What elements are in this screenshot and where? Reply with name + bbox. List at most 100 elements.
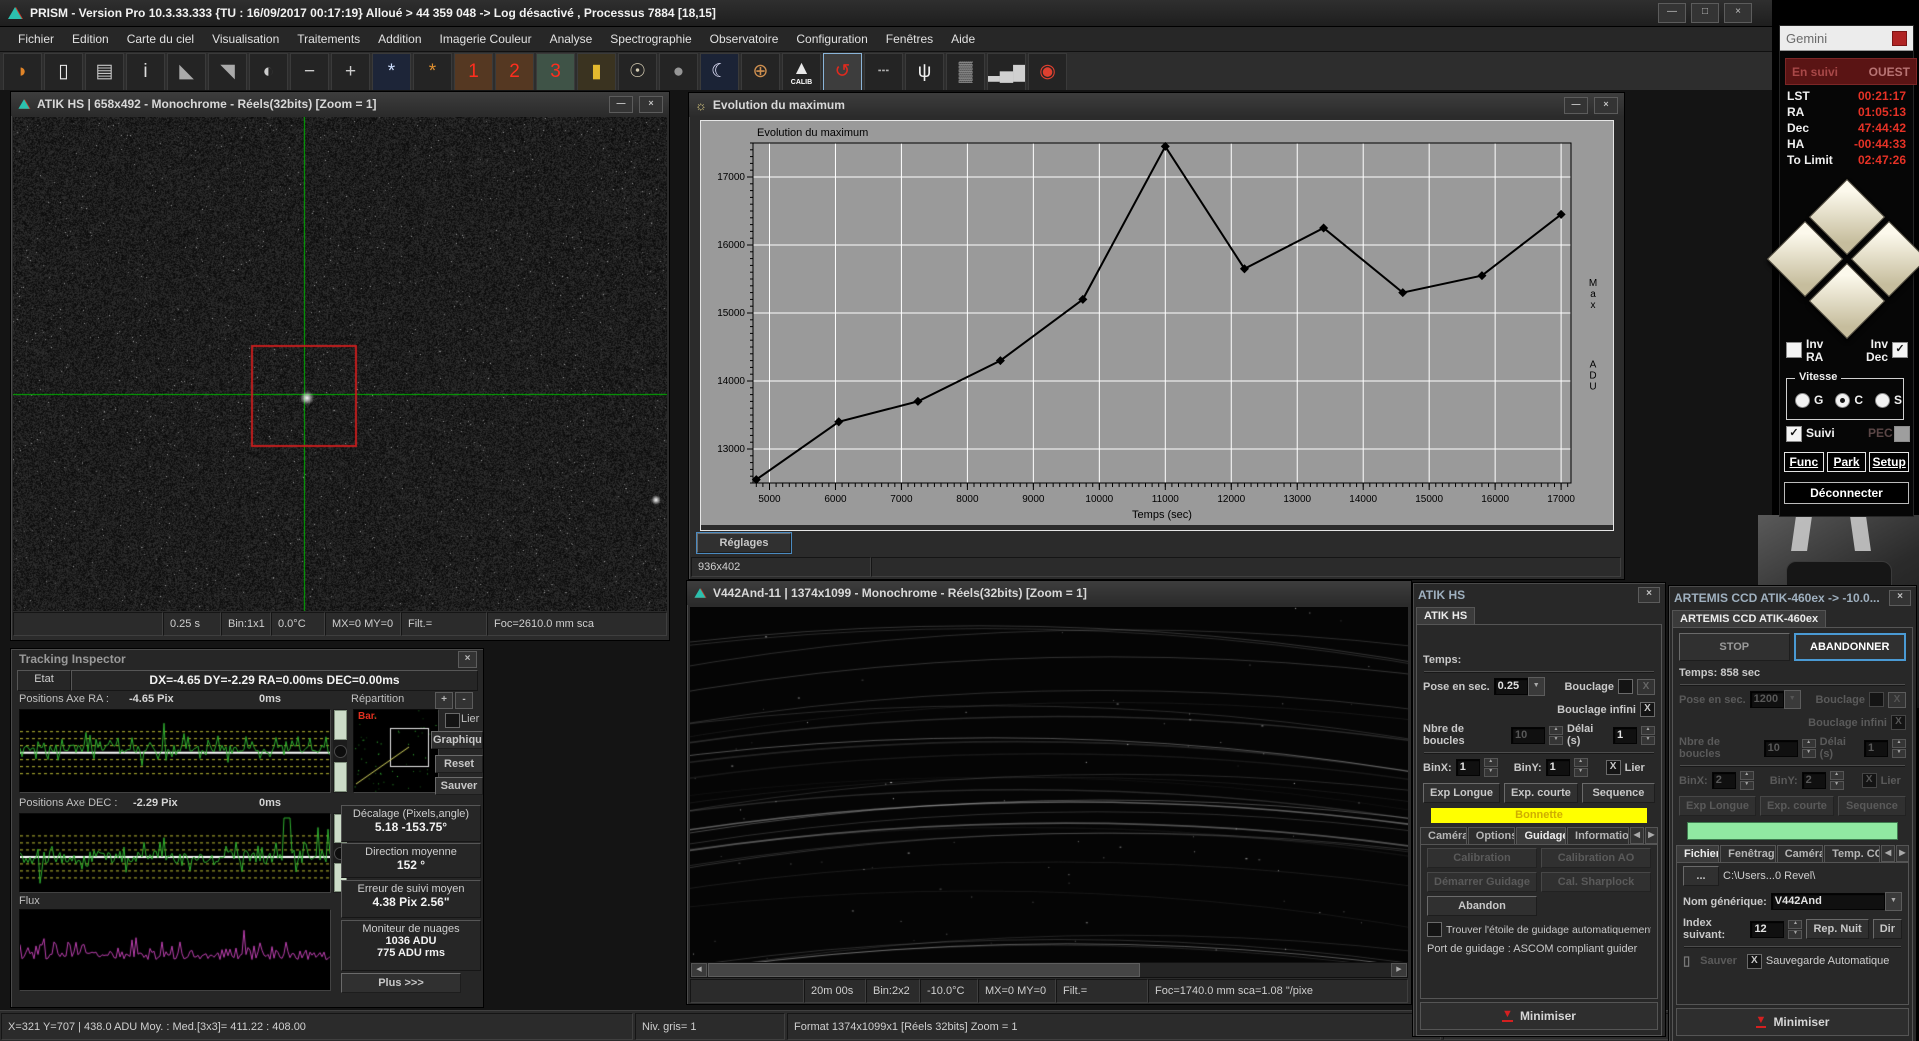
index-spinner[interactable] — [1788, 920, 1802, 939]
minimize-button[interactable]: — — [609, 96, 633, 113]
open-image-icon[interactable]: ◗ — [3, 53, 42, 91]
atik-window-titlebar[interactable]: ATIK HS | 658x492 - Monochrome - Réels(3… — [11, 92, 669, 116]
menu-fichier[interactable]: Fichier — [10, 29, 62, 49]
reglages-button[interactable]: Réglages — [697, 533, 791, 553]
close-button[interactable]: × — [639, 96, 663, 113]
menu-spectrographie[interactable]: Spectrographie — [602, 29, 699, 49]
autoguider-icon[interactable]: ☉ — [618, 53, 657, 91]
biny-input[interactable]: 1 — [1546, 759, 1570, 776]
gemini-titlebar[interactable]: Gemini — [1780, 26, 1913, 51]
tab-camera[interactable]: Caméra — [1420, 827, 1467, 844]
atik-panel-titlebar[interactable]: ATIK HS × — [1413, 583, 1665, 605]
menu-addition[interactable]: Addition — [370, 29, 429, 49]
tools-icon[interactable]: ⊕ — [741, 53, 780, 91]
menu-imagerie-couleur[interactable]: Imagerie Couleur — [432, 29, 540, 49]
graphiques-button[interactable]: Graphiques — [431, 731, 483, 749]
camera-1-icon[interactable]: 1 — [454, 53, 493, 91]
close-button[interactable] — [1892, 31, 1907, 46]
func-button[interactable]: Func — [1784, 452, 1824, 472]
exp-courte-button[interactable]: Exp. courte — [1504, 783, 1578, 803]
camera-2-icon[interactable]: 2 — [495, 53, 534, 91]
close-button[interactable]: × — [1638, 587, 1660, 603]
binx-input[interactable]: 1 — [1456, 759, 1480, 776]
menu-observatoire[interactable]: Observatoire — [702, 29, 787, 49]
scroll-thumb[interactable] — [708, 963, 1140, 977]
tab-temp-cci[interactable]: Temp. CCI — [1824, 845, 1880, 862]
calib-icon[interactable]: ▲CALIB — [782, 53, 821, 91]
bouclage-stop-button[interactable]: X — [1637, 679, 1655, 695]
minimiser-button[interactable]: ▼ Minimiser — [1420, 1002, 1658, 1030]
minimiser-button[interactable]: ▼ Minimiser — [1676, 1008, 1909, 1036]
speed-radio[interactable] — [1835, 393, 1850, 408]
binx-spinner[interactable] — [1484, 758, 1498, 777]
pose-value[interactable]: 0.25 — [1494, 678, 1528, 695]
exp-longue-button[interactable]: Exp Longue — [1679, 796, 1756, 816]
menu-configuration[interactable]: Configuration — [788, 29, 875, 49]
dir-button[interactable]: Dir — [1873, 919, 1902, 939]
maximize-button[interactable]: □ — [1691, 3, 1719, 23]
sauvegarde-auto-checkbox[interactable] — [1747, 954, 1762, 969]
sequence-button[interactable]: Sequence — [1838, 796, 1906, 816]
v442-sky-image[interactable] — [690, 607, 1408, 962]
tab-scroll-right-icon[interactable]: ▶ — [1896, 845, 1909, 862]
pose-combobox[interactable]: 1200▼ — [1750, 690, 1801, 709]
bouclage-checkbox[interactable] — [1869, 692, 1884, 707]
bouclage-checkbox[interactable] — [1618, 679, 1633, 694]
contrast-icon[interactable]: ◐ — [249, 53, 288, 91]
rep-nuit-button[interactable]: Rep. Nuit — [1806, 919, 1868, 939]
menu-visualisation[interactable]: Visualisation — [204, 29, 287, 49]
tab-artemis[interactable]: ARTEMIS CCD ATIK-460ex — [1672, 610, 1826, 627]
speed-option-s[interactable]: S — [1875, 393, 1902, 408]
main-title-bar[interactable]: PRISM - Version Pro 10.3.33.333 {TU : 16… — [0, 0, 1772, 27]
binx-input[interactable]: 2 — [1712, 772, 1736, 789]
bouclage-infini-checkbox[interactable] — [1640, 702, 1655, 717]
delai-spinner[interactable] — [1641, 726, 1655, 745]
pose-combobox[interactable]: 0.25▼ — [1494, 677, 1545, 696]
save-icon[interactable]: ▯ — [44, 53, 83, 91]
nbre-input[interactable]: 10 — [1511, 727, 1545, 744]
dashed-line-icon[interactable]: ┄ — [864, 53, 903, 91]
biny-spinner[interactable] — [1574, 758, 1588, 777]
browse-button[interactable]: ... — [1683, 866, 1719, 886]
bouclage-stop-button[interactable]: X — [1888, 692, 1906, 708]
speed-radio[interactable] — [1795, 393, 1810, 408]
menu-edition[interactable]: Edition — [64, 29, 117, 49]
focuser-fan-icon[interactable]: * — [413, 53, 452, 91]
suivi-checkbox[interactable] — [1786, 426, 1802, 442]
nbre-input[interactable]: 10 — [1764, 740, 1798, 757]
speed-option-g[interactable]: G — [1795, 393, 1823, 408]
scroll-right-arrow[interactable]: ▶ — [1391, 963, 1407, 977]
cal-sharplock-button[interactable]: Cal. Sharplock — [1541, 872, 1651, 892]
camera-main-icon[interactable]: ▮ — [577, 53, 616, 91]
minimize-button[interactable]: — — [1564, 97, 1588, 114]
stop-button[interactable]: STOP — [1679, 633, 1790, 661]
artemis-panel-titlebar[interactable]: ARTEMIS CCD ATIK-460ex -> -10.0... × — [1669, 586, 1916, 608]
menu-carte-du-ciel[interactable]: Carte du ciel — [119, 29, 202, 49]
tab-fichier[interactable]: Fichier — [1676, 845, 1719, 862]
minimize-button[interactable]: — — [1658, 3, 1686, 23]
tab-information[interactable]: Information — [1567, 827, 1629, 844]
sequence-button[interactable]: Sequence — [1582, 783, 1655, 803]
zoom-plus-button[interactable]: + — [435, 692, 453, 709]
close-button[interactable]: × — [1594, 97, 1618, 114]
v442-window-titlebar[interactable]: V442And-11 | 1374x1099 - Monochrome - Ré… — [687, 581, 1411, 605]
sauver-button[interactable]: Sauver — [1694, 952, 1743, 970]
nom-generique-value[interactable]: V442And — [1771, 893, 1885, 910]
levels-plus-icon[interactable]: + — [331, 53, 370, 91]
lier-checkbox[interactable] — [1862, 773, 1877, 788]
index-suivant-input[interactable]: 12 — [1750, 921, 1784, 938]
tab-atik-hs[interactable]: ATIK HS — [1416, 607, 1475, 624]
speed-radio[interactable] — [1875, 393, 1890, 408]
delai-spinner[interactable] — [1892, 739, 1906, 758]
close-button[interactable]: × — [1889, 590, 1911, 606]
dark-frame-icon[interactable]: ▓ — [946, 53, 985, 91]
zoom-minus-button[interactable]: - — [455, 692, 473, 709]
close-button[interactable]: × — [458, 651, 477, 668]
deconnecter-button[interactable]: Déconnecter — [1784, 482, 1909, 504]
reset-button[interactable]: Reset — [435, 755, 483, 773]
enlarge-icon[interactable]: ◥ — [208, 53, 247, 91]
tab-scroll-left-icon[interactable]: ◀ — [1630, 827, 1643, 844]
inv-ra-checkbox[interactable] — [1786, 342, 1802, 358]
tab-fenetrage[interactable]: Fenêtrage — [1720, 845, 1776, 862]
ra-slider[interactable] — [333, 709, 347, 793]
